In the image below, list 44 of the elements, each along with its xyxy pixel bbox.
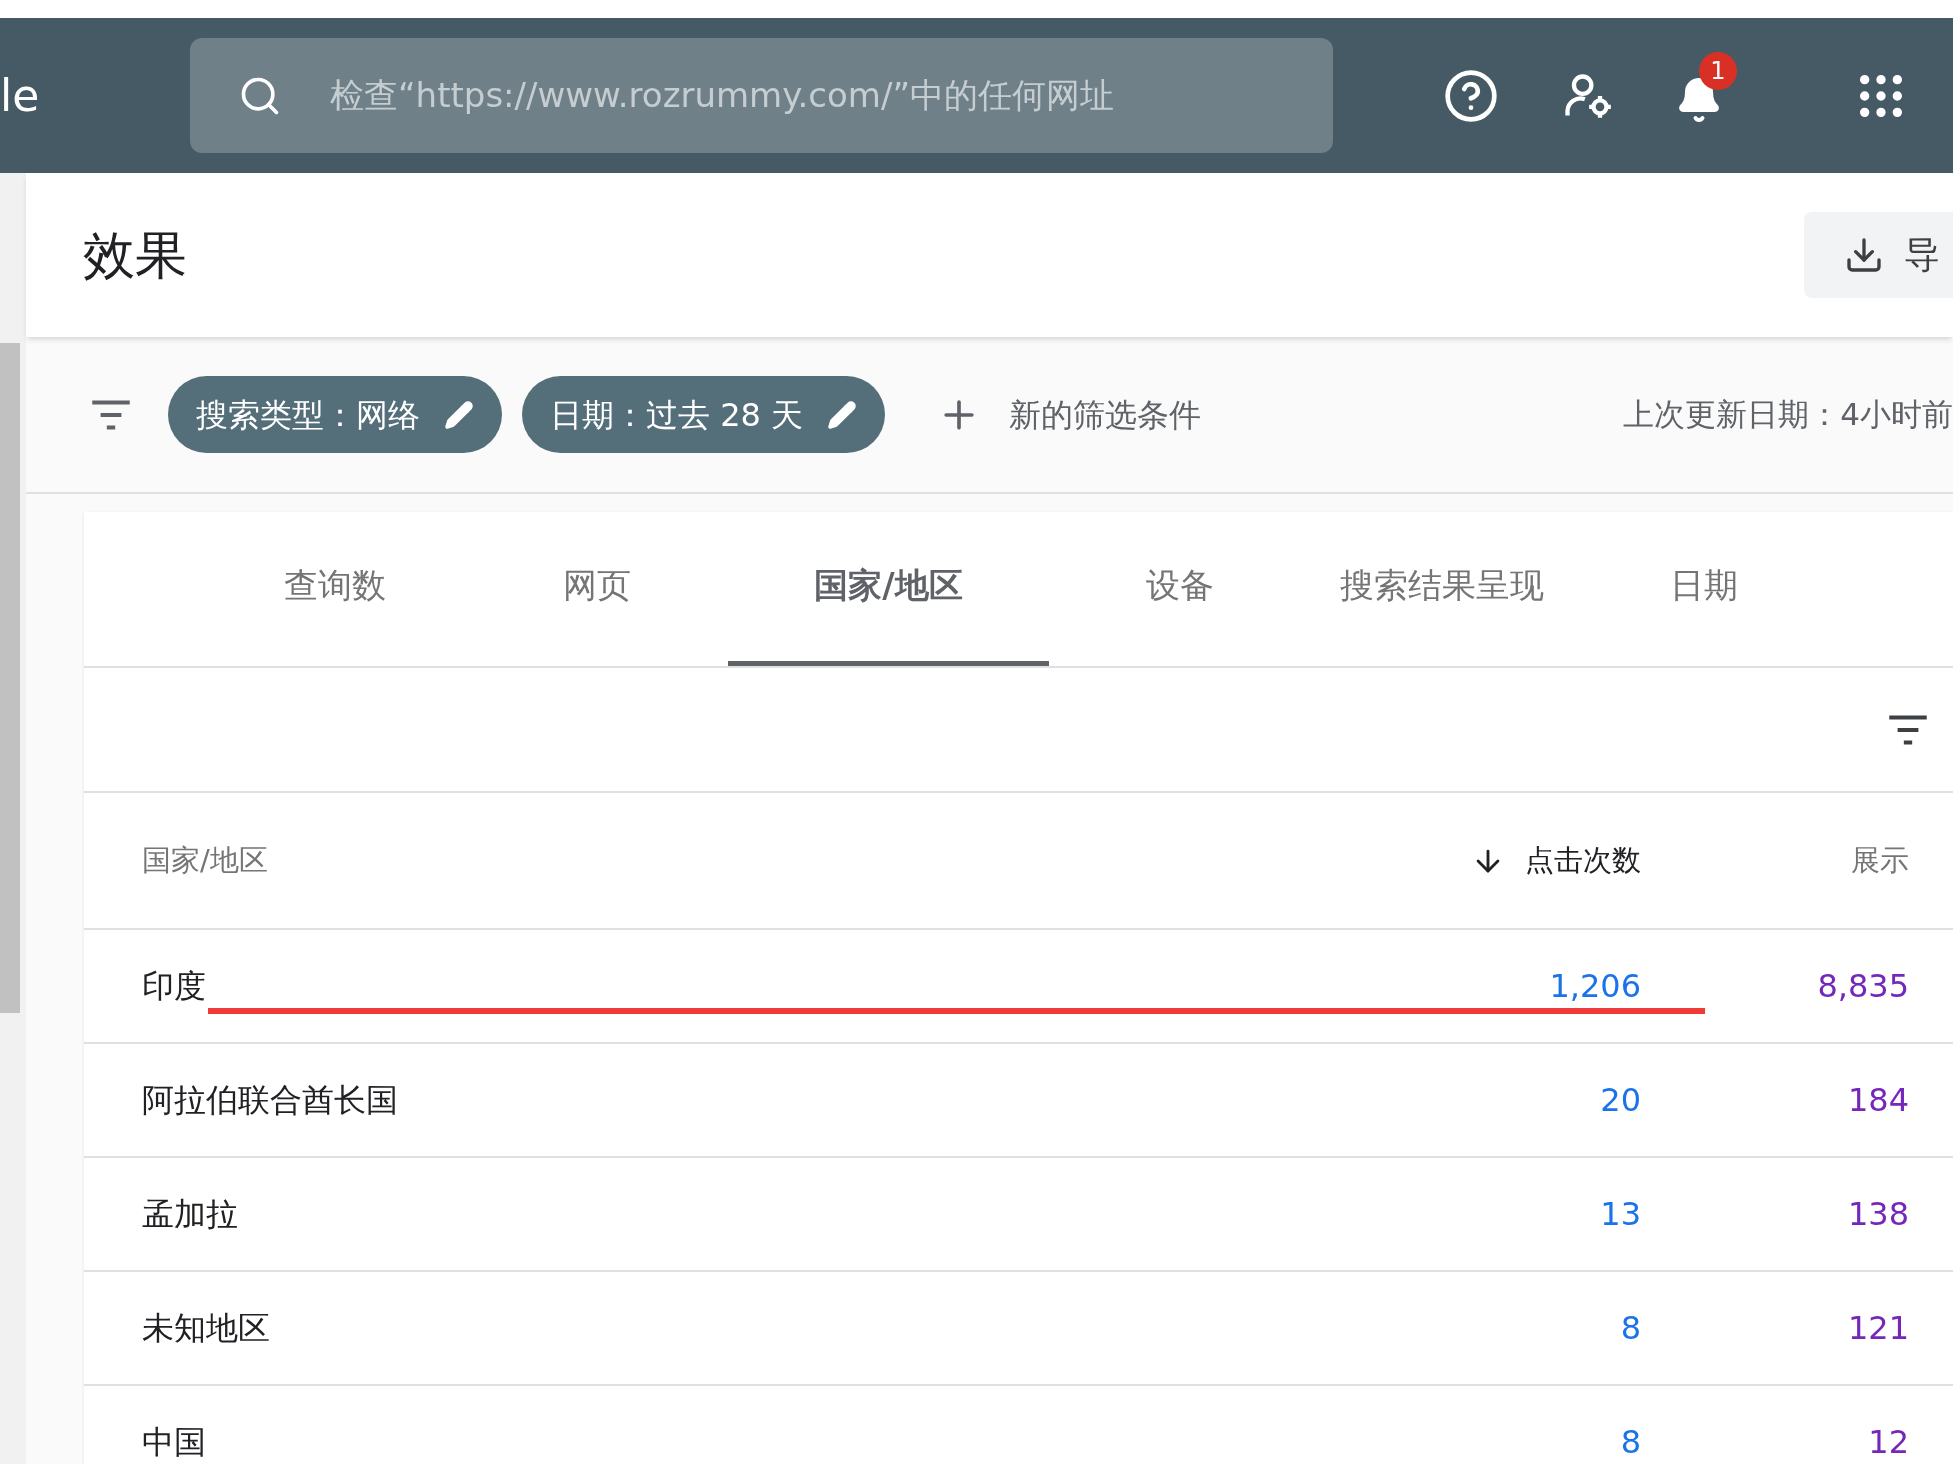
logo-text: le	[0, 68, 41, 123]
impressions-cell-text: 12	[1867, 1422, 1909, 1463]
tab[interactable]: 国家/地区	[728, 510, 1049, 666]
tab[interactable]: 设备	[1049, 510, 1311, 666]
page-title: 效果	[83, 224, 187, 287]
impressions-cell-text: 184	[1846, 1080, 1909, 1121]
column-header: 展示	[1850, 841, 1909, 879]
pencil-icon	[827, 399, 858, 430]
last-updated-text: 上次更新日期：4小时前	[1623, 395, 1953, 435]
notification-badge: 1	[1699, 51, 1737, 90]
table-row[interactable]: 阿拉伯联合酋长国 20 184	[84, 1044, 1953, 1158]
table-row[interactable]: 孟加拉 13 138	[84, 1158, 1953, 1272]
search-input[interactable]: 检查“https://www.rozrummy.com/”中的任何网址	[330, 70, 1180, 121]
filter-chip[interactable]: 搜索类型：网络	[168, 376, 502, 453]
table-row[interactable]: 未知地区 8 121	[84, 1272, 1953, 1386]
filter-chip[interactable]: 日期：过去 28 天	[522, 376, 886, 453]
country-cell-text: 中国	[142, 1422, 207, 1463]
table-row[interactable]: 中国 8 12	[84, 1386, 1953, 1464]
country-cell-text: 孟加拉	[142, 1194, 239, 1235]
search-field[interactable]: 检查“https://www.rozrummy.com/”中的任何网址	[190, 38, 1333, 153]
pencil-icon	[444, 399, 474, 430]
export-button[interactable]: 导	[1804, 212, 1953, 298]
add-filter-button[interactable]: 新的筛选条件	[937, 390, 1202, 439]
column-header[interactable]: 点击次数	[1241, 838, 1641, 883]
table-row[interactable]: 印度 1,206 8,835	[84, 930, 1953, 1044]
clicks-cell-text: 20	[1599, 1080, 1641, 1121]
download-icon	[1844, 235, 1884, 275]
clicks-cell-text: 8	[1619, 1308, 1641, 1349]
clicks-cell-text: 13	[1599, 1194, 1641, 1235]
impressions-cell-text: 138	[1846, 1194, 1909, 1235]
tab[interactable]: 网页	[466, 510, 728, 666]
country-cell-text: 阿拉伯联合酋长国	[142, 1080, 399, 1121]
tab[interactable]: 日期	[1573, 510, 1835, 666]
column-header: 国家/地区	[142, 841, 269, 879]
tab[interactable]: 查询数	[204, 510, 466, 666]
impressions-cell-text: 121	[1846, 1308, 1909, 1349]
tab[interactable]: 搜索结果呈现	[1311, 510, 1573, 666]
scrollbar-thumb[interactable]	[0, 343, 20, 1013]
country-cell-text: 未知地区	[142, 1308, 271, 1349]
country-cell-text: 印度	[142, 966, 207, 1007]
help-icon[interactable]	[1443, 67, 1499, 124]
clicks-cell-text: 1,206	[1548, 966, 1641, 1007]
impressions-cell-text: 8,835	[1816, 966, 1909, 1007]
clicks-cell-text: 8	[1619, 1422, 1641, 1463]
